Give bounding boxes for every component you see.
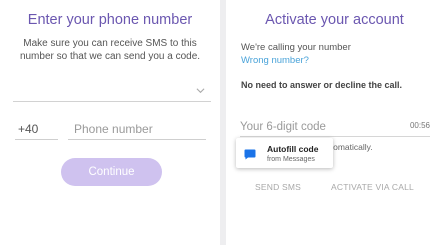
no-need-text: No need to answer or decline the call.: [241, 80, 403, 90]
autofill-title: Autofill code: [267, 144, 319, 154]
code-input-row: 00:56: [240, 117, 430, 137]
phone-number-input[interactable]: [68, 118, 206, 140]
activation-screen: Activate your account We're calling your…: [226, 0, 443, 245]
chevron-down-icon: [196, 86, 205, 95]
country-code-field[interactable]: +40: [15, 118, 58, 140]
autofill-suggestion[interactable]: Autofill code from Messages: [236, 138, 333, 168]
page-title: Activate your account: [265, 12, 404, 28]
message-icon: [244, 147, 256, 160]
code-input[interactable]: [240, 117, 390, 136]
country-select[interactable]: [13, 82, 211, 102]
autofill-subtitle: from Messages: [267, 156, 315, 163]
send-sms-button[interactable]: SEND SMS: [255, 182, 301, 192]
calling-status-text: We're calling your number: [241, 42, 351, 53]
description-text: Make sure you can receive SMS to this nu…: [19, 38, 201, 62]
wrong-number-link[interactable]: Wrong number?: [241, 55, 309, 66]
activate-via-call-button[interactable]: ACTIVATE VIA CALL: [331, 182, 414, 192]
phone-entry-screen: Enter your phone number Make sure you ca…: [0, 0, 220, 245]
countdown-timer: 00:56: [409, 121, 430, 130]
continue-button[interactable]: Continue: [61, 158, 162, 186]
page-title: Enter your phone number: [27, 12, 193, 28]
